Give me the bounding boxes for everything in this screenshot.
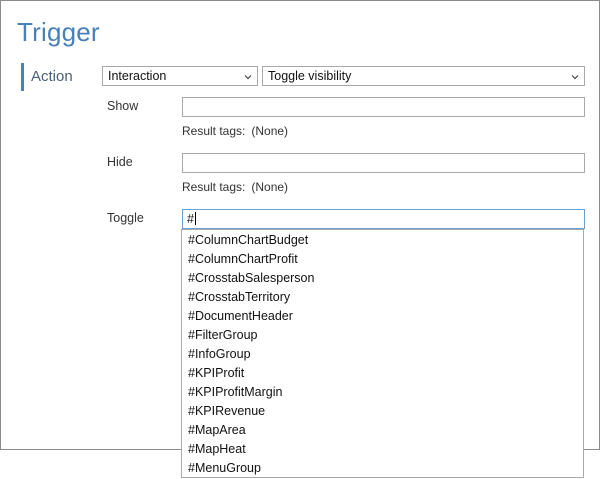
show-result-tags: Result tags: (None) (182, 124, 288, 138)
toggle-input[interactable]: # (182, 209, 585, 229)
autocomplete-item[interactable]: #ColumnChartProfit (182, 250, 583, 269)
action-type-value: Interaction (108, 69, 167, 83)
section-accent-bar (21, 63, 24, 91)
chevron-down-icon (244, 75, 252, 80)
hide-result-tags: Result tags: (None) (182, 180, 288, 194)
text-cursor (194, 212, 196, 225)
autocomplete-item[interactable]: #KPIRevenue (182, 402, 583, 421)
autocomplete-item[interactable]: #FilterGroup (182, 326, 583, 345)
hide-label: Hide (107, 155, 133, 169)
chevron-down-icon (571, 75, 579, 80)
dialog-title: Trigger (17, 17, 100, 47)
show-input[interactable] (182, 97, 585, 117)
autocomplete-item[interactable]: #InfoGroup (182, 345, 583, 364)
action-type-select[interactable]: Interaction (102, 66, 258, 86)
result-tags-label: Result tags: (182, 124, 246, 138)
result-tags-value: (None) (251, 180, 289, 194)
autocomplete-item[interactable]: #CrosstabSalesperson (182, 269, 583, 288)
autocomplete-item[interactable]: #DocumentHeader (182, 307, 583, 326)
autocomplete-item[interactable]: #CrosstabTerritory (182, 288, 583, 307)
autocomplete-dropdown[interactable]: #ColumnChartBudget #ColumnChartProfit #Cro… (181, 229, 584, 478)
result-tags-label: Result tags: (182, 180, 246, 194)
autocomplete-item[interactable]: #ColumnChartBudget (182, 231, 583, 250)
interaction-type-select[interactable]: Toggle visibility (262, 66, 585, 86)
result-tags-value: (None) (251, 124, 289, 138)
autocomplete-item[interactable]: #MenuGroup (182, 459, 583, 477)
toggle-input-value: # (187, 212, 194, 226)
interaction-type-value: Toggle visibility (268, 69, 352, 83)
autocomplete-list: #ColumnChartBudget #ColumnChartProfit #Cro… (182, 230, 583, 477)
autocomplete-item[interactable]: #MapHeat (182, 440, 583, 459)
toggle-label: Toggle (107, 211, 144, 225)
autocomplete-item[interactable]: #KPIProfitMargin (182, 383, 583, 402)
autocomplete-item[interactable]: #KPIProfit (182, 364, 583, 383)
hide-input[interactable] (182, 153, 585, 173)
autocomplete-item[interactable]: #MapArea (182, 421, 583, 440)
show-label: Show (107, 99, 139, 113)
section-label-action: Action (31, 68, 73, 85)
